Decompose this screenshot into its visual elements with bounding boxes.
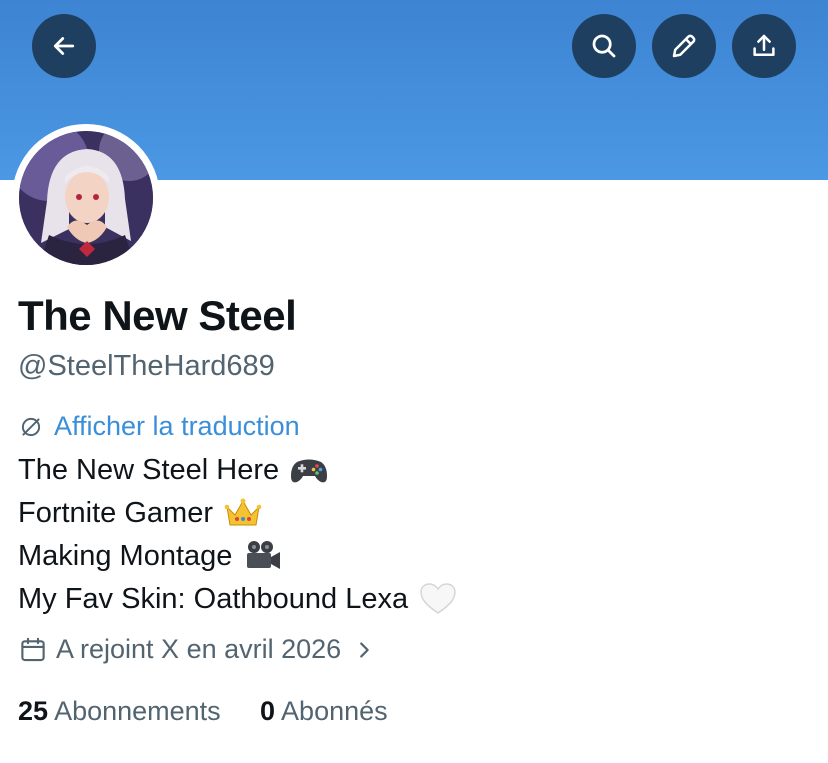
back-arrow-icon xyxy=(53,37,75,55)
followers-label: Abonnés xyxy=(281,696,388,726)
calendar-icon xyxy=(21,637,45,661)
bio-line: Making Montage xyxy=(18,538,282,574)
username-handle: @SteelTheHard689 xyxy=(18,350,275,382)
bio-text: Making Montage xyxy=(18,539,233,572)
following-link[interactable]: 25 Abonnements xyxy=(18,696,221,727)
gamepad-emoji xyxy=(289,452,329,488)
back-button[interactable] xyxy=(32,14,96,78)
crown-emoji xyxy=(223,495,263,531)
chevron-right-icon xyxy=(360,641,369,658)
bio-line: My Fav Skin: Oathbound Lexa xyxy=(18,581,458,617)
followers-link[interactable]: 0 Abonnés xyxy=(260,696,388,727)
bio-text: Fortnite Gamer xyxy=(18,496,213,529)
avatar-image xyxy=(19,131,153,265)
translate-bio-link[interactable]: Afficher la traduction xyxy=(18,411,300,442)
edit-profile-button[interactable] xyxy=(652,14,716,78)
following-label: Abonnements xyxy=(54,696,221,726)
following-count: 25 xyxy=(18,696,49,726)
search-button[interactable] xyxy=(572,14,636,78)
share-upload-icon xyxy=(753,34,775,56)
share-button[interactable] xyxy=(732,14,796,78)
translate-icon xyxy=(21,417,41,436)
display-name: The New Steel xyxy=(18,292,297,339)
bio-line: The New Steel Here xyxy=(18,452,329,488)
bio-text: The New Steel Here xyxy=(18,453,280,486)
edit-pencil-icon xyxy=(672,34,696,58)
followers-count: 0 xyxy=(260,696,276,726)
translate-label: Afficher la traduction xyxy=(54,411,300,441)
bio-text: My Fav Skin: Oathbound Lexa xyxy=(18,582,409,615)
avatar[interactable] xyxy=(19,131,153,265)
bio-line: Fortnite Gamer xyxy=(18,495,263,531)
movie-camera-emoji xyxy=(242,538,282,574)
white-heart-emoji xyxy=(418,581,458,617)
join-date-label: A rejoint X en avril 2026 xyxy=(56,634,342,664)
search-icon xyxy=(592,34,616,58)
join-date[interactable]: A rejoint X en avril 2026 xyxy=(18,634,375,665)
